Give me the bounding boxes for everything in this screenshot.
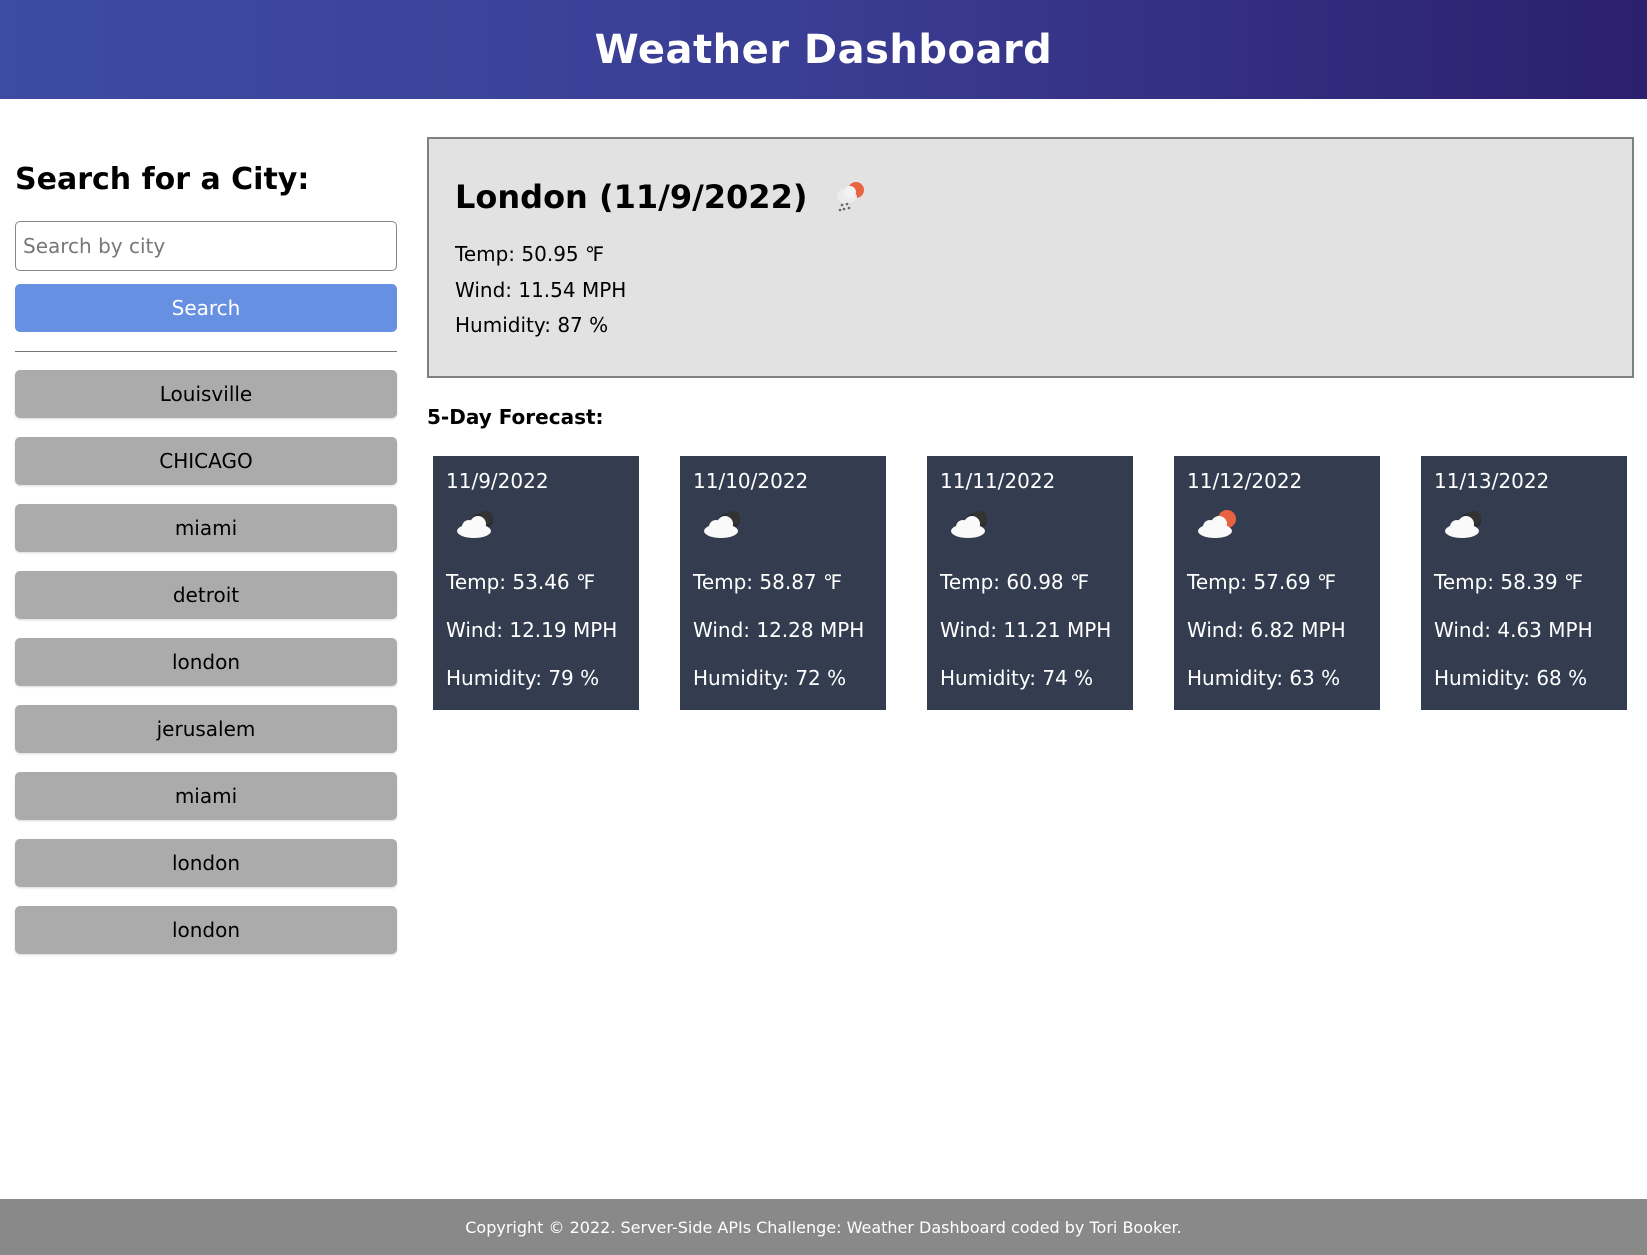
forecast-wind: Wind: 12.19 MPH (446, 618, 618, 642)
current-city-title: London (11/9/2022) (455, 178, 808, 216)
forecast-date: 11/10/2022 (693, 469, 809, 493)
search-input[interactable] (15, 221, 397, 271)
forecast-card: 11/9/2022 Temp: 53.46 ℉ Wind: 12.19 MPH … (433, 456, 639, 710)
forecast-card: 11/11/2022 Temp: 60.98 ℉ Wind: 11.21 MPH… (927, 456, 1133, 710)
forecast-card: 11/13/2022 Temp: 58.39 ℉ Wind: 4.63 MPH … (1421, 456, 1627, 710)
forecast-date: 11/13/2022 (1434, 469, 1550, 493)
forecast-humidity: Humidity: 79 % (446, 666, 600, 690)
forecast-temp: Temp: 57.69 ℉ (1187, 570, 1337, 594)
forecast-temp: Temp: 58.87 ℉ (693, 570, 843, 594)
forecast-humidity: Humidity: 74 % (940, 666, 1094, 690)
broken-clouds-icon (704, 511, 740, 538)
app-header: Weather Dashboard (0, 0, 1647, 99)
forecast-humidity: Humidity: 68 % (1434, 666, 1588, 690)
forecast-wind: Wind: 12.28 MPH (693, 618, 865, 642)
history-button-louisville[interactable]: Louisville (15, 370, 397, 418)
page: Weather Dashboard Search for a City: Sea… (0, 0, 1647, 1255)
broken-clouds-icon (457, 511, 493, 538)
broken-clouds-icon (951, 511, 987, 538)
footer-copyright: Copyright © 2022. Server-Side APIs Chall… (465, 1217, 1182, 1237)
history-button-london-3[interactable]: london (15, 906, 397, 954)
page-footer: Copyright © 2022. Server-Side APIs Chall… (0, 1199, 1647, 1255)
current-weather-panel: London (11/9/2022) Temp: 50.95 ℉ Wind: 1… (427, 137, 1634, 378)
forecast-date: 11/12/2022 (1187, 469, 1303, 493)
forecast-wind: Wind: 11.21 MPH (940, 618, 1112, 642)
forecast-card: 11/12/2022 Temp: 57.69 ℉ Wind: 6.82 MPH … (1174, 456, 1380, 710)
search-history-list: Louisville CHICAGO miami detroit london … (15, 370, 397, 954)
forecast-temp: Temp: 60.98 ℉ (940, 570, 1090, 594)
few-clouds-sun-icon (1198, 510, 1236, 538)
rain-cloud-sun-icon (837, 182, 865, 212)
forecast-temp: Temp: 58.39 ℉ (1434, 570, 1584, 594)
forecast-date: 11/9/2022 (446, 469, 549, 493)
history-button-chicago[interactable]: CHICAGO (15, 437, 397, 485)
search-heading: Search for a City: (15, 162, 310, 197)
current-temp: Temp: 50.95 ℉ (455, 242, 605, 266)
history-button-miami-2[interactable]: miami (15, 772, 397, 820)
current-humidity: Humidity: 87 % (455, 313, 609, 337)
history-button-london-2[interactable]: london (15, 839, 397, 887)
history-button-miami[interactable]: miami (15, 504, 397, 552)
forecast-date: 11/11/2022 (940, 469, 1056, 493)
forecast-wind: Wind: 4.63 MPH (1434, 618, 1593, 642)
forecast-humidity: Humidity: 72 % (693, 666, 847, 690)
divider (15, 351, 397, 352)
history-button-detroit[interactable]: detroit (15, 571, 397, 619)
forecast-wind: Wind: 6.82 MPH (1187, 618, 1346, 642)
search-button[interactable]: Search (15, 284, 397, 332)
forecast-cards: 11/9/2022 Temp: 53.46 ℉ Wind: 12.19 MPH … (433, 456, 1627, 710)
forecast-heading: 5-Day Forecast: (427, 405, 604, 429)
search-sidebar: Search for a City: Search Louisville CHI… (15, 150, 397, 954)
forecast-temp: Temp: 53.46 ℉ (446, 570, 596, 594)
forecast-humidity: Humidity: 63 % (1187, 666, 1341, 690)
forecast-card: 11/10/2022 Temp: 58.87 ℉ Wind: 12.28 MPH… (680, 456, 886, 710)
history-button-jerusalem[interactable]: jerusalem (15, 705, 397, 753)
history-button-london[interactable]: london (15, 638, 397, 686)
page-title: Weather Dashboard (594, 26, 1053, 73)
current-wind: Wind: 11.54 MPH (455, 277, 627, 302)
broken-clouds-icon (1445, 511, 1481, 538)
